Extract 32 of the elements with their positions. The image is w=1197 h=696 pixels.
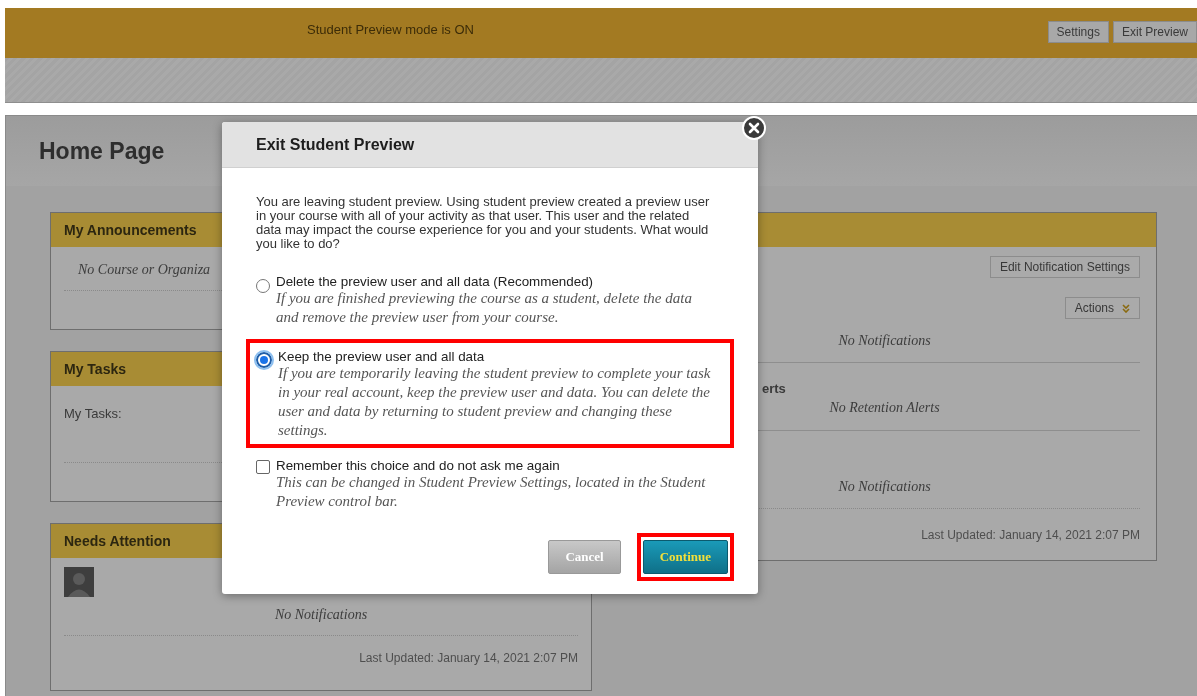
page-title: Home Page <box>39 137 165 165</box>
checkbox-label: Remember this choice and do not ask me again <box>276 458 561 473</box>
empty-message: No Course or Organiza <box>78 262 211 278</box>
dialog-title: Exit Student Preview <box>256 135 415 154</box>
preview-bar-button[interactable]: Exit Preview <box>1112 21 1197 43</box>
continue-button[interactable]: Continue <box>642 540 728 574</box>
empty-message: No Notifications <box>838 479 931 495</box>
preview-bar-button[interactable]: Settings <box>1047 21 1109 43</box>
tasks-label: My Tasks: <box>64 406 122 421</box>
empty-message: No Retention Alerts <box>829 400 940 416</box>
empty-message: No Notifications <box>274 607 368 623</box>
actions-button[interactable]: Actions <box>1064 297 1140 319</box>
option-description: This can be changed in Student Preview Settings, located in the Student Preview control bar. <box>276 473 707 511</box>
module-title: Needs Attention <box>64 533 171 549</box>
edit-settings-button[interactable]: Edit Notification Settings <box>989 256 1140 278</box>
last-updated-text: Last Updated: January 14, 2021 2:07 PM <box>921 528 1140 542</box>
option-label: Delete the preview user and all data (Recommended) <box>276 274 595 289</box>
radio-button[interactable] <box>256 352 272 368</box>
module-title: My Announcements <box>64 222 197 238</box>
empty-message: No Notifications <box>838 333 931 349</box>
avatar-icon <box>64 567 94 597</box>
section-heading: erts <box>762 381 786 396</box>
last-updated-text: Last Updated: January 14, 2021 2:07 PM <box>359 651 578 665</box>
option-label: Keep the preview user and all data <box>278 349 486 364</box>
dialog-message: You are leaving student preview. Using student preview created a preview user in your course with all of your activity as that user. This user and the related data may impact the course experience for you and your students. What would you like to do? <box>256 195 711 251</box>
option-description: If you are finished previewing the course as a student, delete the data and remove the preview user from your course. <box>276 289 693 327</box>
preview-mode-message: Student Preview mode is ON <box>307 22 474 37</box>
radio-button[interactable] <box>256 279 270 293</box>
checkbox[interactable] <box>256 460 270 474</box>
module-title: My Tasks <box>64 361 126 377</box>
chevron-down-icon <box>1122 303 1130 313</box>
option-description: If you are temporarily leaving the student preview to complete your task in your real account, keep the preview user and data. You can delete the user and data by returning to student preview and changing these settings. <box>278 364 712 440</box>
